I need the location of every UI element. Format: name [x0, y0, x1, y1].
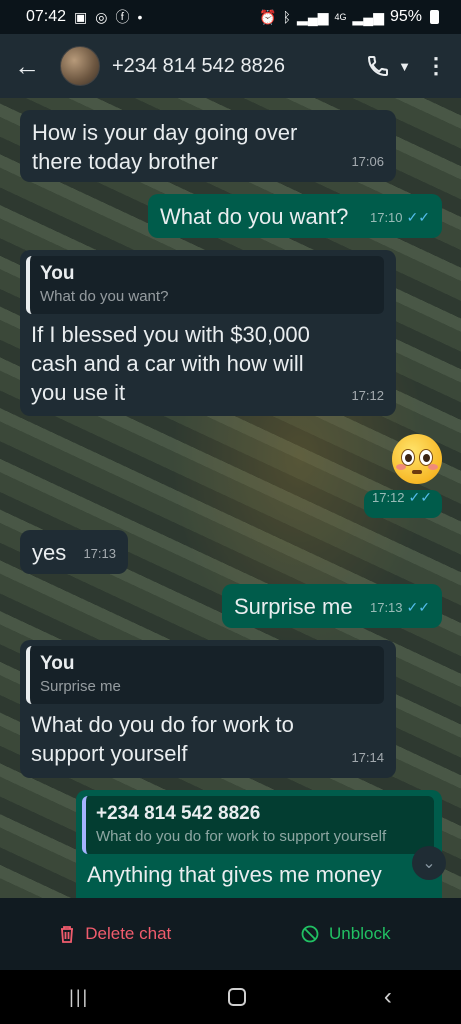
read-ticks-icon: ✓✓ [406, 209, 430, 225]
block-icon [301, 925, 319, 943]
dot-icon: • [137, 9, 143, 25]
recent-apps-icon[interactable]: ||| [69, 987, 89, 1008]
message-time-value: 17:13 [369, 600, 403, 615]
signal-icon-2: ▂▄▆ [352, 8, 384, 25]
delete-chat-label: Delete chat [85, 924, 172, 943]
message-time: 17:14 [351, 750, 384, 765]
status-bar: 07:42 ▣ ◎ ⓕ • ⏰ ᛒ ▂▄▆ 4G ▂▄▆ 95% [0, 0, 461, 34]
alarm-icon: ⏰ [259, 8, 277, 25]
facebook-icon: ⓕ [115, 9, 130, 25]
message-time: 17:12 ✓✓ [372, 483, 432, 512]
message-bubble[interactable]: +234 814 542 8826 What do you do for wor… [76, 790, 442, 898]
message-text: yes [32, 540, 67, 565]
network-type: 4G [334, 12, 347, 22]
message-bubble[interactable]: You What do you want? If I blessed you w… [20, 250, 396, 416]
battery-percent: 95% [389, 8, 422, 25]
message-time-value: 17:12 [371, 490, 405, 505]
avatar[interactable] [60, 46, 100, 86]
bluetooth-icon: ᛒ [282, 9, 292, 25]
quote-text: Surprise me [40, 678, 121, 695]
flushed-face-emoji[interactable] [392, 434, 442, 484]
contact-name[interactable]: +234 814 542 8826 [112, 55, 285, 78]
battery-icon [430, 10, 439, 24]
quote-author: You [40, 263, 75, 284]
chat-header: ← +234 814 542 8826 ▼ ⋮ [0, 34, 461, 98]
message-bubble[interactable]: You Surprise me What do you do for work … [20, 640, 396, 778]
quote-author: You [40, 653, 75, 674]
chevron-down-icon[interactable]: ▼ [398, 59, 411, 74]
message-bubble[interactable]: Surprise me 17:13 ✓✓ [222, 584, 442, 628]
quoted-message[interactable]: +234 814 542 8826 What do you do for wor… [82, 796, 434, 854]
read-ticks-icon: ✓✓ [406, 599, 430, 615]
message-time: 17:13 ✓✓ [370, 593, 430, 622]
message-text: What do you do for work to support yours… [31, 712, 294, 766]
read-ticks-icon: ✓✓ [408, 489, 432, 505]
quoted-message[interactable]: You What do you want? [26, 256, 384, 314]
home-icon[interactable] [227, 988, 246, 1006]
more-options-icon[interactable]: ⋮ [425, 55, 447, 77]
message-text: How is your day going over there today b… [32, 120, 298, 174]
message-text: What do you want? [160, 204, 349, 229]
system-nav-bar: ||| ‹ [0, 970, 461, 1024]
voice-call-icon[interactable] [366, 54, 390, 78]
message-bubble[interactable]: 17:12 ✓✓ [364, 489, 442, 518]
message-bubble[interactable]: What do you want? 17:10 ✓✓ [148, 194, 442, 238]
message-time: 17:06 [351, 154, 384, 169]
delete-chat-button[interactable]: Delete chat [0, 924, 231, 944]
message-time: 17:10 ✓✓ [370, 203, 430, 232]
whatsapp-icon: ◎ [95, 8, 108, 25]
message-text: Surprise me [234, 594, 353, 619]
signal-icon: ▂▄▆ [297, 8, 329, 25]
trash-icon [59, 925, 75, 943]
message-time: 17:12 [351, 388, 384, 403]
scroll-down-icon[interactable]: ⌄ [412, 846, 446, 880]
message-text: If I blessed you with $30,000 cash and a… [31, 322, 310, 405]
chat-area[interactable]: How is your day going over there today b… [0, 98, 461, 898]
message-text: Anything that gives me money [87, 862, 382, 887]
message-bubble[interactable]: yes 17:13 [20, 530, 128, 574]
status-time: 07:42 [26, 8, 67, 25]
unblock-label: Unblock [329, 924, 391, 943]
quote-text: What do you want? [40, 288, 169, 305]
quote-text: What do you do for work to support yours… [96, 828, 387, 845]
unblock-button[interactable]: Unblock [231, 924, 461, 944]
back-arrow-icon[interactable]: ← [14, 51, 42, 82]
quote-author: +234 814 542 8826 [96, 803, 261, 824]
message-bubble[interactable]: How is your day going over there today b… [20, 110, 396, 182]
message-time: 17:13 [83, 546, 116, 561]
quoted-message[interactable]: You Surprise me [26, 646, 384, 704]
back-icon[interactable]: ‹ [384, 983, 392, 1011]
blocked-actions-bar: Delete chat Unblock [0, 898, 461, 970]
gallery-icon: ▣ [74, 8, 88, 25]
message-time-value: 17:10 [369, 210, 403, 225]
